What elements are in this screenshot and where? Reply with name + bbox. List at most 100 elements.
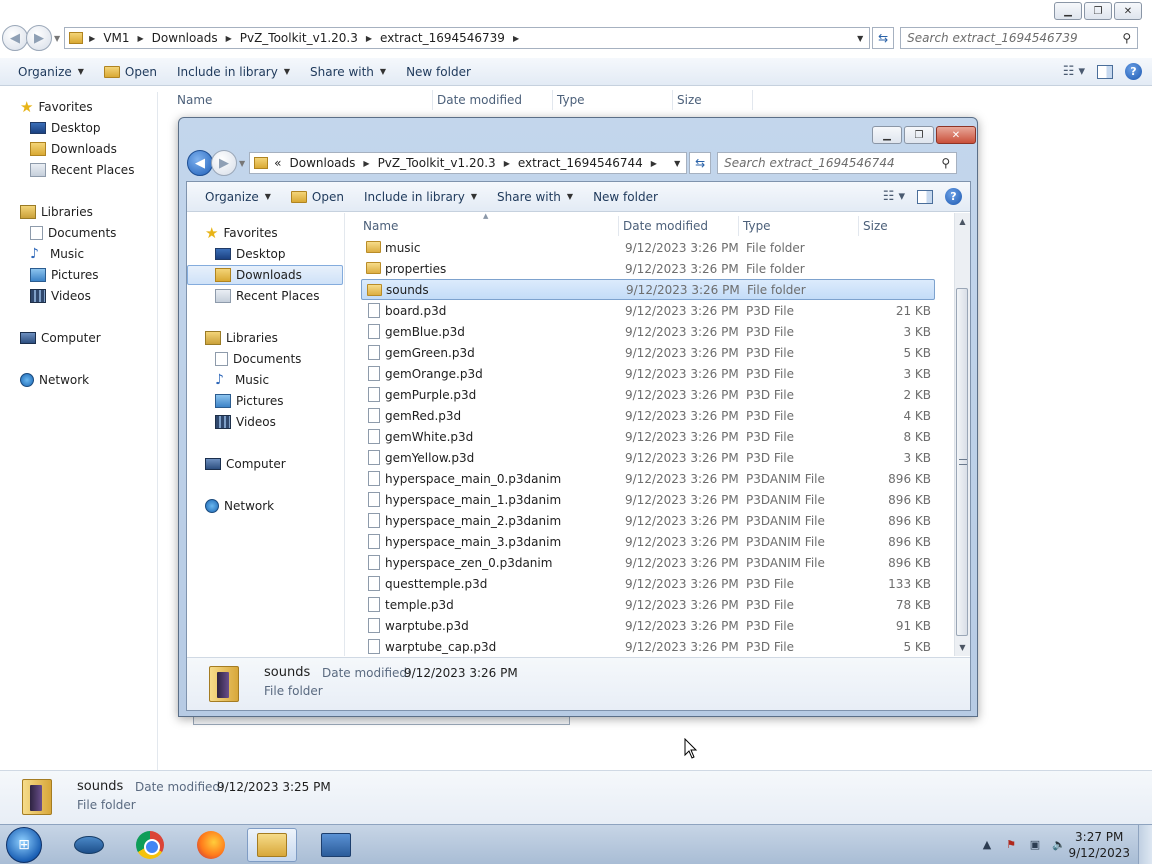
bg-share-with-button[interactable]: Share with ▼	[300, 58, 396, 85]
fg-back-button[interactable]: ◀	[187, 150, 213, 176]
bg-nav-downloads[interactable]: Downloads	[30, 139, 117, 159]
search-icon[interactable]: ⚲	[1122, 31, 1131, 45]
bg-maximize-button[interactable]: ❐	[1084, 2, 1112, 20]
fg-address-dropdown-icon[interactable]: ▼	[668, 153, 686, 173]
file-row-sounds[interactable]: sounds 9/12/2023 3:26 PM File folder	[361, 279, 935, 300]
file-row-gemyellow-p3d[interactable]: gemYellow.p3d 9/12/2023 3:26 PM P3D File 3 …	[361, 447, 935, 468]
file-row-gemwhite-p3d[interactable]: gemWhite.p3d 9/12/2023 3:26 PM P3D File 8 K…	[361, 426, 935, 447]
file-row-hyperspace-main-3-p3danim[interactable]: hyperspace_main_3.p3danim 9/12/2023 3:26 …	[361, 531, 935, 552]
fg-close-button[interactable]: ✕	[936, 126, 976, 144]
fg-share-with-button[interactable]: Share with ▼	[487, 182, 583, 211]
fg-organize-button[interactable]: Organize ▼	[187, 182, 281, 211]
fg-search-input[interactable]	[724, 156, 942, 170]
file-row-warptube-cap-p3d[interactable]: warptube_cap.p3d 9/12/2023 3:26 PM P3D Fil…	[361, 636, 935, 657]
bg-nav-libraries[interactable]: Libraries	[20, 202, 93, 222]
bg-nav-music[interactable]: ♪ Music	[30, 244, 84, 264]
bg-col-type[interactable]: Type	[553, 90, 673, 110]
bg-crumb-toolkit[interactable]: PvZ_Toolkit_v1.20.3	[240, 31, 358, 45]
fg-col-type[interactable]: Type	[739, 216, 859, 236]
file-row-gemgreen-p3d[interactable]: gemGreen.p3d 9/12/2023 3:26 PM P3D File 5 K…	[361, 342, 935, 363]
fg-nav-music[interactable]: ♪ Music	[215, 370, 269, 390]
bg-minimize-button[interactable]: ▁	[1054, 2, 1082, 20]
bg-search-box[interactable]: ⚲	[900, 27, 1139, 49]
bg-nav-videos[interactable]: Videos	[30, 286, 91, 306]
search-icon[interactable]: ⚲	[941, 156, 950, 170]
fg-col-name[interactable]: Name	[359, 216, 619, 236]
scroll-up-arrow-icon[interactable]: ▲	[955, 213, 970, 230]
bg-col-name[interactable]: Name	[173, 90, 433, 110]
file-row-music[interactable]: music 9/12/2023 3:26 PM File folder	[361, 237, 935, 258]
file-row-gemorange-p3d[interactable]: gemOrange.p3d 9/12/2023 3:26 PM P3D File 3 …	[361, 363, 935, 384]
fg-col-date[interactable]: Date modified	[619, 216, 739, 236]
bg-nav-pictures[interactable]: Pictures	[30, 265, 99, 285]
bg-search-input[interactable]	[907, 31, 1123, 45]
bg-recent-pages-icon[interactable]: ▼	[54, 34, 60, 43]
fg-nav-network[interactable]: Network	[205, 496, 274, 516]
fg-search-box[interactable]: ⚲	[717, 152, 958, 174]
fg-refresh-button[interactable]: ⇆	[689, 152, 712, 174]
fg-minimize-button[interactable]: ▁	[872, 126, 902, 144]
fg-include-library-button[interactable]: Include in library ▼	[354, 182, 487, 211]
file-row-properties[interactable]: properties 9/12/2023 3:26 PM File folder	[361, 258, 935, 279]
file-row-hyperspace-main-2-p3danim[interactable]: hyperspace_main_2.p3danim 9/12/2023 3:26 …	[361, 510, 935, 531]
scroll-thumb[interactable]	[956, 288, 968, 636]
taskbar-clock[interactable]: 3:27 PM 9/12/2023	[1068, 829, 1130, 861]
file-row-questtemple-p3d[interactable]: questtemple.p3d 9/12/2023 3:26 PM P3D File…	[361, 573, 935, 594]
file-row-warptube-p3d[interactable]: warptube.p3d 9/12/2023 3:26 PM P3D File 91 …	[361, 615, 935, 636]
file-row-board-p3d[interactable]: board.p3d 9/12/2023 3:26 PM P3D File 21 KB	[361, 300, 935, 321]
start-button[interactable]: ⊞	[6, 827, 42, 863]
fg-crumb-toolkit[interactable]: PvZ_Toolkit_v1.20.3	[378, 156, 496, 170]
file-row-hyperspace-main-1-p3danim[interactable]: hyperspace_main_1.p3danim 9/12/2023 3:26 …	[361, 489, 935, 510]
bg-crumb-vm1[interactable]: VM1	[103, 31, 129, 45]
file-row-gemblue-p3d[interactable]: gemBlue.p3d 9/12/2023 3:26 PM P3D File 3 KB	[361, 321, 935, 342]
taskbar-app-firefox[interactable]	[186, 828, 236, 862]
preview-pane-icon[interactable]	[1097, 64, 1113, 79]
fg-nav-documents[interactable]: Documents	[215, 349, 301, 369]
bg-nav-computer[interactable]: Computer	[20, 328, 101, 348]
fg-col-size[interactable]: Size	[859, 216, 933, 236]
bg-close-button[interactable]: ✕	[1114, 2, 1142, 20]
fg-nav-pictures[interactable]: Pictures	[215, 391, 284, 411]
bg-col-date[interactable]: Date modified	[433, 90, 553, 110]
bg-address-dropdown-icon[interactable]: ▼	[851, 28, 869, 48]
bg-nav-desktop[interactable]: Desktop	[30, 118, 101, 138]
bg-organize-button[interactable]: Organize ▼	[0, 58, 94, 85]
action-center-flag-icon[interactable]: ⚑	[1004, 837, 1018, 851]
bg-crumb-downloads[interactable]: Downloads	[152, 31, 218, 45]
fg-nav-desktop[interactable]: Desktop	[215, 244, 286, 264]
fg-nav-videos[interactable]: Videos	[215, 412, 276, 432]
taskbar-app-fish[interactable]	[64, 828, 114, 862]
scroll-down-arrow-icon[interactable]: ▼	[955, 639, 970, 656]
bg-back-button[interactable]: ◀	[2, 25, 28, 51]
view-options-icon[interactable]: ☷ ▾	[1063, 64, 1085, 79]
help-icon[interactable]: ?	[945, 188, 962, 205]
bg-col-size[interactable]: Size	[673, 90, 753, 110]
fg-nav-computer[interactable]: Computer	[205, 454, 286, 474]
taskbar-app-vm[interactable]	[311, 828, 361, 862]
fg-nav-libraries[interactable]: Libraries	[205, 328, 278, 348]
bg-nav-recent-places[interactable]: Recent Places	[30, 160, 134, 180]
fg-open-button[interactable]: Open	[281, 182, 354, 211]
taskbar-app-chrome[interactable]	[125, 828, 175, 862]
file-row-gempurple-p3d[interactable]: gemPurple.p3d 9/12/2023 3:26 PM P3D File 2 …	[361, 384, 935, 405]
file-row-hyperspace-zen-0-p3danim[interactable]: hyperspace_zen_0.p3danim 9/12/2023 3:26 P…	[361, 552, 935, 573]
view-options-icon[interactable]: ☷ ▾	[883, 189, 905, 204]
fg-recent-pages-icon[interactable]: ▼	[239, 159, 245, 168]
fg-crumb-overflow[interactable]: «	[274, 156, 281, 170]
fg-vertical-scrollbar[interactable]: ▲ ▼	[954, 213, 970, 656]
fg-address-bar[interactable]: « Downloads ▶ PvZ_Toolkit_v1.20.3 ▶ extr…	[249, 152, 688, 174]
network-tray-icon[interactable]: ▣	[1028, 837, 1042, 851]
bg-nav-documents[interactable]: Documents	[30, 223, 116, 243]
fg-nav-recent-places[interactable]: Recent Places	[215, 286, 319, 306]
fg-maximize-button[interactable]: ❐	[904, 126, 934, 144]
bg-crumb-extract[interactable]: extract_1694546739	[380, 31, 505, 45]
bg-forward-button[interactable]: ▶	[26, 25, 52, 51]
preview-pane-icon[interactable]	[917, 189, 933, 204]
file-row-temple-p3d[interactable]: temple.p3d 9/12/2023 3:26 PM P3D File 78 KB	[361, 594, 935, 615]
help-icon[interactable]: ?	[1125, 63, 1142, 80]
fg-nav-downloads[interactable]: Downloads	[187, 265, 343, 285]
fg-nav-favorites[interactable]: ★ Favorites	[205, 223, 278, 243]
show-desktop-button[interactable]	[1138, 825, 1152, 864]
bg-new-folder-button[interactable]: New folder	[396, 58, 481, 85]
bg-refresh-button[interactable]: ⇆	[872, 27, 895, 49]
